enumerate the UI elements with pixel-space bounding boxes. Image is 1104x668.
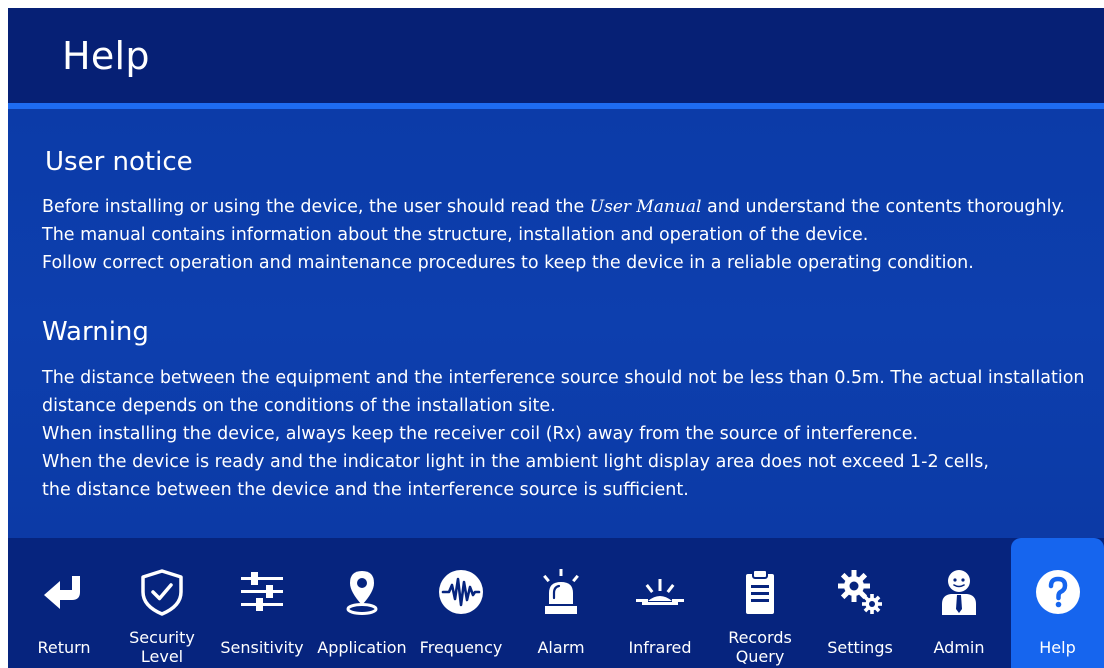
return-arrow-icon (40, 568, 88, 616)
warning-heading: Warning (42, 317, 149, 347)
nav-admin-label: Admin (933, 638, 985, 657)
nav-frequency-button[interactable]: Frequency (411, 538, 511, 668)
nav-frequency-label: Frequency (419, 638, 503, 657)
alarm-light-icon (537, 568, 585, 616)
bottom-navigation: Return Security Level Sensitivity Applica… (8, 538, 1104, 668)
nav-help-button[interactable]: Help (1011, 538, 1104, 668)
waveform-icon (437, 568, 485, 616)
nav-application-label: Application (317, 638, 407, 657)
page-title: Help (62, 34, 150, 78)
nav-alarm-button[interactable]: Alarm (511, 538, 611, 668)
nav-infrared-label: Infrared (628, 638, 692, 657)
nav-sensitivity-label: Sensitivity (220, 638, 304, 657)
nav-sensitivity-button[interactable]: Sensitivity (212, 538, 312, 668)
user-notice-heading: User notice (45, 147, 193, 177)
warning-line-2: distance depends on the conditions of th… (42, 396, 556, 416)
help-content: User notice Before installing or using t… (8, 109, 1104, 538)
warning-line-4: When the device is ready and the indicat… (42, 452, 989, 472)
warning-line-3: When installing the device, always keep … (42, 424, 919, 444)
clipboard-icon (736, 568, 784, 616)
nav-settings-button[interactable]: Settings (810, 538, 910, 668)
help-screen: Help User notice Before installing or us… (8, 8, 1104, 668)
warning-line-1: The distance between the equipment and t… (42, 368, 1085, 388)
user-manual-reference: User Manual (589, 197, 702, 217)
nav-return-label: Return (37, 638, 91, 657)
sliders-icon (238, 568, 286, 616)
user-notice-line-1: Before installing or using the device, t… (42, 197, 1065, 217)
nav-help-label: Help (1039, 638, 1076, 657)
question-icon (1034, 568, 1082, 616)
nav-records-query-button[interactable]: Records Query (710, 538, 810, 668)
nav-security-level-button[interactable]: Security Level (112, 538, 212, 668)
admin-user-icon (935, 568, 983, 616)
gears-icon (836, 568, 884, 616)
nav-alarm-label: Alarm (537, 638, 585, 657)
infrared-icon (636, 568, 684, 616)
location-pin-icon (338, 568, 386, 616)
warning-line-5: the distance between the device and the … (42, 480, 689, 500)
nav-infrared-button[interactable]: Infrared (610, 538, 710, 668)
header-bar: Help (8, 8, 1104, 103)
shield-check-icon (138, 568, 186, 616)
nav-security-level-label: Security Level (129, 628, 195, 666)
user-notice-line-3: Follow correct operation and maintenance… (42, 253, 974, 273)
nav-settings-label: Settings (827, 638, 893, 657)
nav-admin-button[interactable]: Admin (909, 538, 1009, 668)
user-notice-line-2: The manual contains information about th… (42, 225, 869, 245)
nav-records-query-label: Records Query (728, 628, 792, 666)
nav-application-button[interactable]: Application (312, 538, 412, 668)
nav-return-button[interactable]: Return (14, 538, 114, 668)
